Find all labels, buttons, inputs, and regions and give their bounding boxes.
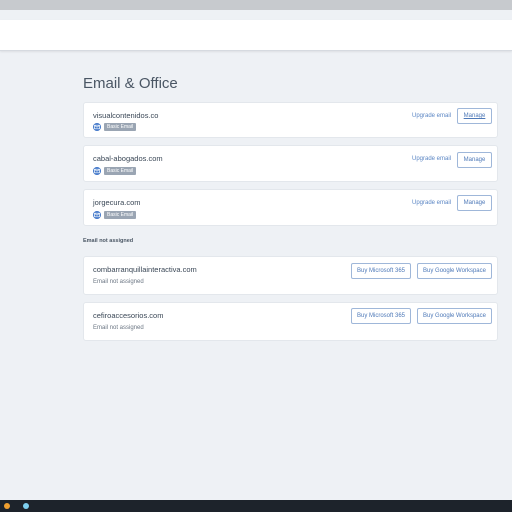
- buy-google-workspace-label: Buy Google Workspace: [423, 268, 486, 274]
- start-icon[interactable]: [4, 503, 10, 509]
- domain-name: jorgecura.com: [93, 198, 141, 207]
- domain-name: visualcontenidos.co: [93, 111, 159, 120]
- os-taskbar: [0, 500, 512, 512]
- email-status-text: Email not assigned: [93, 279, 144, 285]
- buy-microsoft-365-button[interactable]: Buy Microsoft 365: [351, 263, 411, 279]
- manage-button[interactable]: Manage: [457, 108, 492, 124]
- buy-microsoft-365-label: Buy Microsoft 365: [356, 268, 406, 274]
- domain-card: visualcontenidos.co Basic Email Upgrade …: [83, 102, 498, 138]
- unassigned-domain-card: combarranquillainteractiva.com Email not…: [83, 256, 498, 295]
- email-icon: [93, 123, 101, 131]
- buy-google-workspace-label: Buy Google Workspace: [423, 313, 486, 319]
- email-plan-badge-row: Basic Email: [93, 211, 137, 219]
- plan-badge: Basic Email: [104, 167, 137, 175]
- manage-button-label: Manage: [463, 157, 486, 163]
- email-plan-badge-row: Basic Email: [93, 167, 137, 175]
- email-status-text: Email not assigned: [93, 325, 144, 331]
- buy-microsoft-365-label: Buy Microsoft 365: [356, 313, 406, 319]
- buy-google-workspace-button[interactable]: Buy Google Workspace: [417, 308, 492, 324]
- buy-microsoft-365-button[interactable]: Buy Microsoft 365: [351, 308, 411, 324]
- upgrade-email-link[interactable]: Upgrade email: [412, 156, 451, 162]
- upgrade-email-link[interactable]: Upgrade email: [412, 200, 451, 206]
- browser-top-strip: [0, 0, 512, 10]
- page-title: Email & Office: [83, 75, 178, 92]
- manage-button[interactable]: Manage: [457, 152, 492, 168]
- plan-badge: Basic Email: [104, 123, 137, 131]
- domain-name: cabal-abogados.com: [93, 154, 163, 163]
- email-plan-badge-row: Basic Email: [93, 123, 137, 131]
- manage-button-label: Manage: [463, 113, 486, 119]
- email-icon: [93, 211, 101, 219]
- manage-button[interactable]: Manage: [457, 195, 492, 211]
- domain-card: cabal-abogados.com Basic Email Upgrade e…: [83, 145, 498, 182]
- taskbar-app-icon[interactable]: [23, 503, 29, 509]
- header-bar: [0, 20, 512, 51]
- domain-name: combarranquillainteractiva.com: [93, 265, 197, 274]
- email-icon: [93, 167, 101, 175]
- upgrade-email-link[interactable]: Upgrade email: [412, 113, 451, 119]
- manage-button-label: Manage: [463, 200, 486, 206]
- unassigned-domain-card: cefiroaccesorios.com Email not assigned …: [83, 302, 498, 341]
- buy-google-workspace-button[interactable]: Buy Google Workspace: [417, 263, 492, 279]
- plan-badge: Basic Email: [104, 211, 137, 219]
- section-label-unassigned: Email not assigned: [83, 238, 134, 244]
- domain-card: jorgecura.com Basic Email Upgrade email …: [83, 189, 498, 226]
- domain-name: cefiroaccesorios.com: [93, 311, 164, 320]
